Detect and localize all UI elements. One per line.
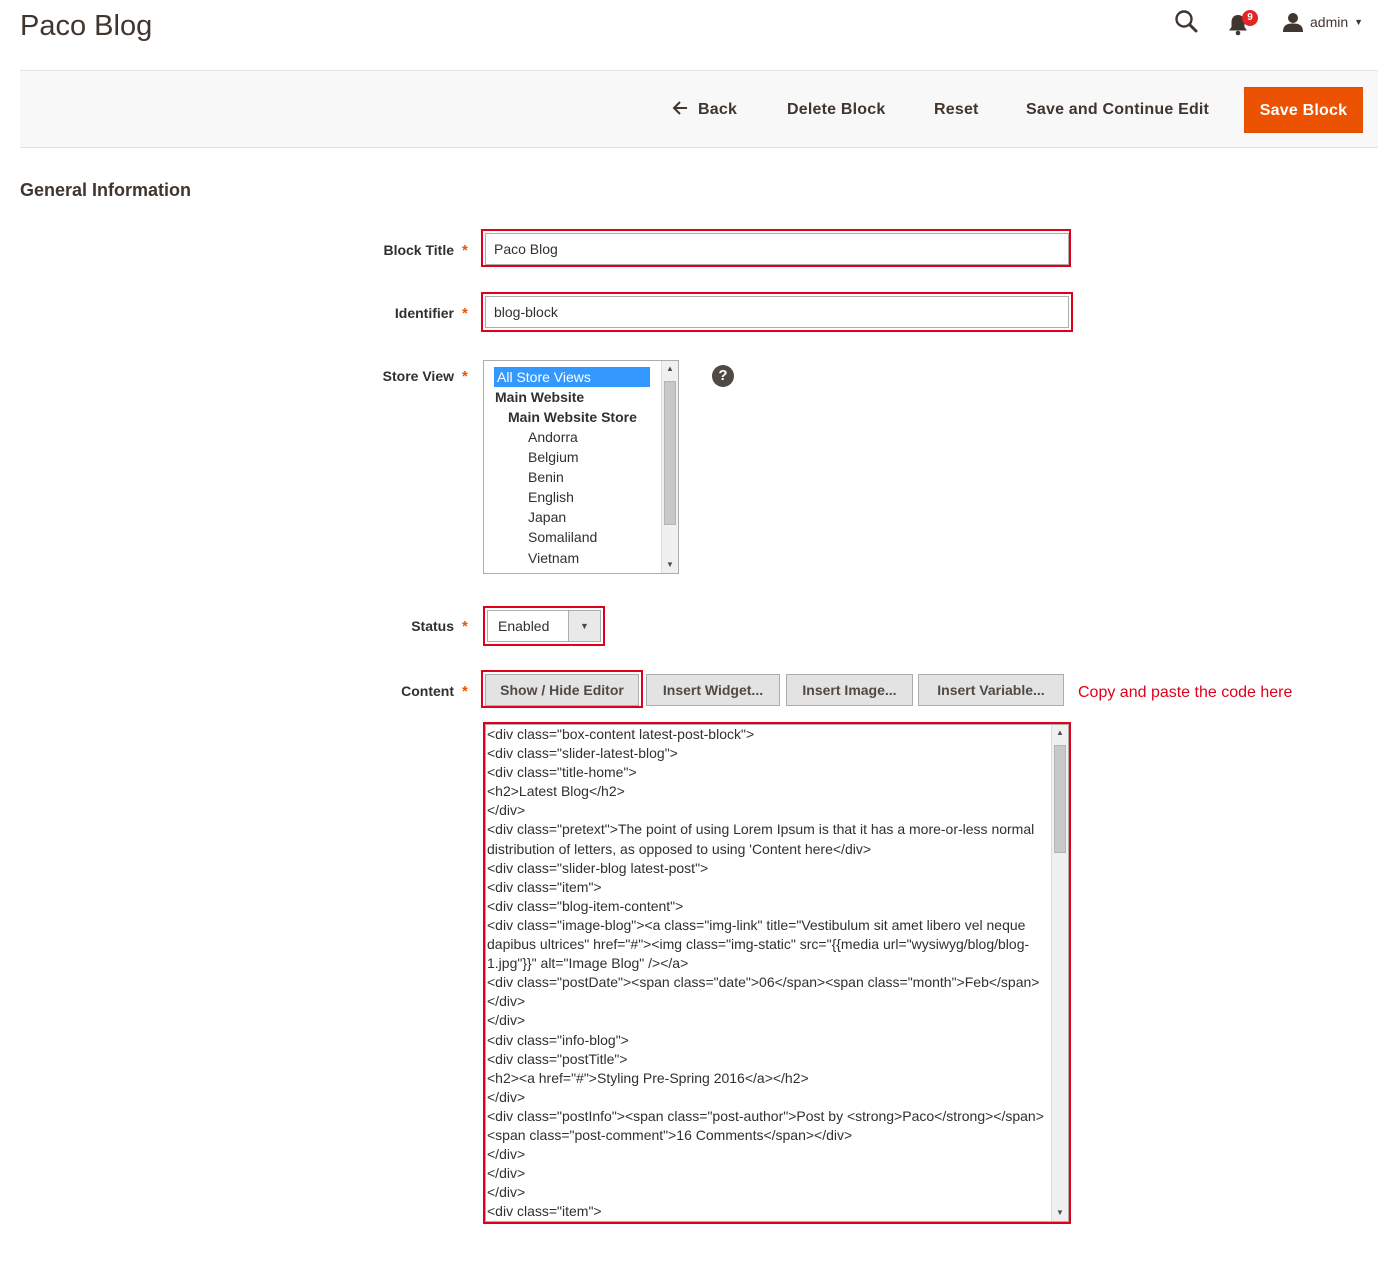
search-icon[interactable] [1174,8,1200,36]
back-label: Back [698,101,738,118]
delete-block-button[interactable]: Delete Block [787,87,885,133]
user-icon [1283,13,1303,32]
scrollbar-thumb[interactable] [664,381,676,525]
status-value: Enabled [498,618,550,634]
store-option[interactable]: Benin [528,467,564,487]
reset-button[interactable]: Reset [934,87,979,133]
page-actions-bar: Back Delete Block Reset Save and Continu… [20,70,1378,148]
required-marker: * [462,305,468,322]
required-marker: * [462,683,468,700]
identifier-label: Identifier [394,305,454,321]
scrollbar-thumb[interactable] [1054,745,1066,853]
status-select[interactable]: Enabled ▼ [487,610,601,642]
notifications-button[interactable]: 9 [1226,8,1258,38]
store-option[interactable]: Belgium [528,447,579,467]
store-option[interactable]: Vietnam [528,548,579,568]
page-title: Paco Blog [20,10,153,42]
content-code[interactable]: <div class="box-content latest-post-bloc… [487,725,1049,1221]
chevron-down-icon: ▼ [568,611,600,641]
insert-variable-button[interactable]: Insert Variable... [918,674,1064,706]
store-option[interactable]: Japan [528,507,566,527]
scroll-down-icon[interactable]: ▼ [662,558,678,572]
insert-widget-button[interactable]: Insert Widget... [646,674,780,706]
block-title-label: Block Title [383,242,454,258]
save-and-continue-button[interactable]: Save and Continue Edit [1026,87,1209,133]
store-view-scrollbar[interactable]: ▲ ▼ [661,361,678,573]
section-title: General Information [20,180,192,200]
store-option[interactable]: Main Website Store [508,407,637,427]
content-label: Content [401,683,454,699]
status-label: Status [411,618,454,634]
scroll-down-icon[interactable]: ▼ [1052,1206,1068,1220]
scroll-up-icon[interactable]: ▲ [1052,726,1068,740]
identifier-input[interactable] [485,296,1069,328]
store-view-label: Store View [382,368,454,384]
store-option[interactable]: Andorra [528,427,578,447]
content-scrollbar[interactable]: ▲ ▼ [1051,725,1068,1221]
user-menu[interactable]: admin ▼ [1282,10,1363,34]
show-hide-editor-button[interactable]: Show / Hide Editor [485,674,639,706]
scroll-up-icon[interactable]: ▲ [662,362,678,376]
caret-down-icon: ▼ [1354,17,1364,27]
back-button[interactable]: Back [672,87,737,133]
required-marker: * [462,368,468,385]
required-marker: * [462,242,468,259]
insert-image-button[interactable]: Insert Image... [786,674,913,706]
block-title-input[interactable] [485,233,1069,265]
save-block-button[interactable]: Save Block [1244,87,1363,133]
user-name: admin [1310,14,1349,30]
store-option[interactable]: Somaliland [528,527,597,547]
store-option[interactable]: All Store Views [494,367,650,387]
store-option[interactable]: Main Website [495,387,584,407]
required-marker: * [462,618,468,635]
arrow-left-icon [672,87,688,133]
notification-count-badge: 9 [1242,10,1258,26]
store-view-multiselect[interactable]: All Store Views Main Website Main Websit… [483,360,679,574]
copy-paste-note: Copy and paste the code here [1078,684,1293,701]
store-option[interactable]: English [528,487,574,507]
help-icon[interactable]: ? [712,365,734,387]
content-textarea[interactable]: <div class="box-content latest-post-bloc… [485,724,1069,1222]
